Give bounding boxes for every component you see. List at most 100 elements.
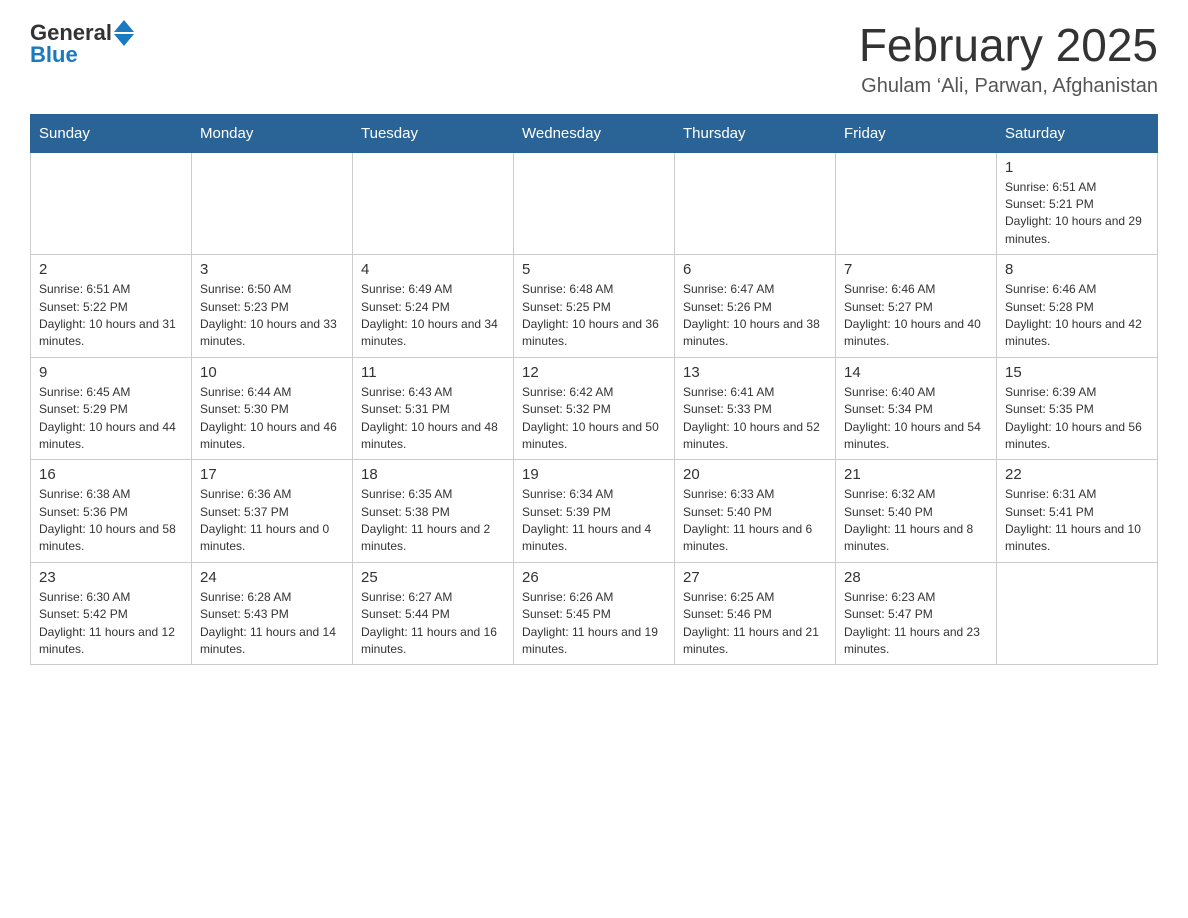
calendar-day-cell: 16Sunrise: 6:38 AM Sunset: 5:36 PM Dayli… (31, 460, 192, 563)
calendar-header-row: SundayMondayTuesdayWednesdayThursdayFrid… (31, 114, 1158, 152)
calendar-day-header: Sunday (31, 114, 192, 152)
calendar-week-row: 2Sunrise: 6:51 AM Sunset: 5:22 PM Daylig… (31, 255, 1158, 358)
calendar-day-cell: 14 Sunrise: 6:40 AM Sunset: 5:34 PM Dayli… (836, 357, 997, 460)
calendar-day-cell: 2Sunrise: 6:51 AM Sunset: 5:22 PM Daylig… (31, 255, 192, 358)
day-number: 20 (683, 466, 827, 483)
calendar-day-cell: 27 Sunrise: 6:25 AM Sunset: 5:46 PM Dayli… (675, 562, 836, 665)
day-sun-info: Sunrise: 6:47 AM Sunset: 5:26 PM Dayligh… (683, 281, 827, 351)
calendar-day-cell: 11 Sunrise: 6:43 AM Sunset: 5:31 PM Dayli… (353, 357, 514, 460)
day-number: 28 (844, 569, 988, 586)
day-sun-info: Sunrise: 6:44 AM Sunset: 5:30 PM Dayligh… (200, 384, 344, 454)
day-sun-info: Sunrise: 6:51 AM Sunset: 5:21 PM Dayligh… (1005, 179, 1149, 249)
calendar-day-cell: 17Sunrise: 6:36 AM Sunset: 5:37 PM Dayli… (192, 460, 353, 563)
calendar-day-cell: 20 Sunrise: 6:33 AM Sunset: 5:40 PM Dayli… (675, 460, 836, 563)
day-number: 12 (522, 364, 666, 381)
calendar-day-cell: 9 Sunrise: 6:45 AM Sunset: 5:29 PM Daylig… (31, 357, 192, 460)
calendar-day-cell (997, 562, 1158, 665)
calendar-day-cell: 18 Sunrise: 6:35 AM Sunset: 5:38 PM Dayli… (353, 460, 514, 563)
calendar-day-header: Monday (192, 114, 353, 152)
calendar-day-header: Saturday (997, 114, 1158, 152)
logo: General Blue (30, 20, 134, 68)
day-number: 22 (1005, 466, 1149, 483)
day-sun-info: Sunrise: 6:28 AM Sunset: 5:43 PM Dayligh… (200, 589, 344, 659)
calendar-day-cell: 4 Sunrise: 6:49 AM Sunset: 5:24 PM Daylig… (353, 255, 514, 358)
day-number: 15 (1005, 364, 1149, 381)
day-sun-info: Sunrise: 6:27 AM Sunset: 5:44 PM Dayligh… (361, 589, 505, 659)
day-sun-info: Sunrise: 6:41 AM Sunset: 5:33 PM Dayligh… (683, 384, 827, 454)
day-sun-info: Sunrise: 6:49 AM Sunset: 5:24 PM Dayligh… (361, 281, 505, 351)
day-number: 6 (683, 261, 827, 278)
day-number: 3 (200, 261, 344, 278)
day-number: 2 (39, 261, 183, 278)
logo-triangle-up (114, 20, 134, 32)
day-sun-info: Sunrise: 6:42 AM Sunset: 5:32 PM Dayligh… (522, 384, 666, 454)
calendar-day-cell: 15 Sunrise: 6:39 AM Sunset: 5:35 PM Dayli… (997, 357, 1158, 460)
day-number: 11 (361, 364, 505, 381)
day-sun-info: Sunrise: 6:40 AM Sunset: 5:34 PM Dayligh… (844, 384, 988, 454)
calendar-day-cell: 1 Sunrise: 6:51 AM Sunset: 5:21 PM Daylig… (997, 152, 1158, 255)
calendar-day-cell: 19 Sunrise: 6:34 AM Sunset: 5:39 PM Dayli… (514, 460, 675, 563)
calendar-day-cell: 3Sunrise: 6:50 AM Sunset: 5:23 PM Daylig… (192, 255, 353, 358)
day-number: 21 (844, 466, 988, 483)
calendar-day-cell: 8 Sunrise: 6:46 AM Sunset: 5:28 PM Daylig… (997, 255, 1158, 358)
day-number: 7 (844, 261, 988, 278)
day-number: 9 (39, 364, 183, 381)
day-sun-info: Sunrise: 6:34 AM Sunset: 5:39 PM Dayligh… (522, 486, 666, 556)
day-sun-info: Sunrise: 6:25 AM Sunset: 5:46 PM Dayligh… (683, 589, 827, 659)
page-header: General Blue February 2025 Ghulam ‘Ali, … (30, 20, 1158, 98)
day-number: 24 (200, 569, 344, 586)
calendar-day-cell: 10 Sunrise: 6:44 AM Sunset: 5:30 PM Dayli… (192, 357, 353, 460)
calendar-week-row: 9 Sunrise: 6:45 AM Sunset: 5:29 PM Daylig… (31, 357, 1158, 460)
day-number: 19 (522, 466, 666, 483)
day-number: 1 (1005, 159, 1149, 176)
day-number: 18 (361, 466, 505, 483)
day-sun-info: Sunrise: 6:48 AM Sunset: 5:25 PM Dayligh… (522, 281, 666, 351)
calendar-day-cell: 28 Sunrise: 6:23 AM Sunset: 5:47 PM Dayli… (836, 562, 997, 665)
day-number: 10 (200, 364, 344, 381)
calendar-day-cell (675, 152, 836, 255)
day-number: 16 (39, 466, 183, 483)
day-number: 4 (361, 261, 505, 278)
day-sun-info: Sunrise: 6:31 AM Sunset: 5:41 PM Dayligh… (1005, 486, 1149, 556)
day-sun-info: Sunrise: 6:45 AM Sunset: 5:29 PM Dayligh… (39, 384, 183, 454)
calendar-week-row: 16Sunrise: 6:38 AM Sunset: 5:36 PM Dayli… (31, 460, 1158, 563)
calendar-day-cell (353, 152, 514, 255)
day-sun-info: Sunrise: 6:46 AM Sunset: 5:28 PM Dayligh… (1005, 281, 1149, 351)
calendar-day-cell: 23 Sunrise: 6:30 AM Sunset: 5:42 PM Dayli… (31, 562, 192, 665)
day-number: 27 (683, 569, 827, 586)
calendar-day-cell (31, 152, 192, 255)
day-number: 17 (200, 466, 344, 483)
calendar-week-row: 23 Sunrise: 6:30 AM Sunset: 5:42 PM Dayli… (31, 562, 1158, 665)
calendar-day-header: Tuesday (353, 114, 514, 152)
calendar-day-header: Thursday (675, 114, 836, 152)
day-sun-info: Sunrise: 6:39 AM Sunset: 5:35 PM Dayligh… (1005, 384, 1149, 454)
day-sun-info: Sunrise: 6:26 AM Sunset: 5:45 PM Dayligh… (522, 589, 666, 659)
month-title: February 2025 (859, 20, 1158, 71)
day-sun-info: Sunrise: 6:23 AM Sunset: 5:47 PM Dayligh… (844, 589, 988, 659)
title-section: February 2025 Ghulam ‘Ali, Parwan, Afgha… (859, 20, 1158, 98)
day-number: 25 (361, 569, 505, 586)
calendar-day-cell (514, 152, 675, 255)
calendar-day-header: Friday (836, 114, 997, 152)
calendar-day-cell: 13 Sunrise: 6:41 AM Sunset: 5:33 PM Dayli… (675, 357, 836, 460)
calendar-day-header: Wednesday (514, 114, 675, 152)
calendar-day-cell: 25 Sunrise: 6:27 AM Sunset: 5:44 PM Dayli… (353, 562, 514, 665)
day-sun-info: Sunrise: 6:33 AM Sunset: 5:40 PM Dayligh… (683, 486, 827, 556)
location-subtitle: Ghulam ‘Ali, Parwan, Afghanistan (859, 75, 1158, 98)
day-number: 13 (683, 364, 827, 381)
day-number: 8 (1005, 261, 1149, 278)
day-sun-info: Sunrise: 6:43 AM Sunset: 5:31 PM Dayligh… (361, 384, 505, 454)
day-number: 14 (844, 364, 988, 381)
calendar-day-cell: 7Sunrise: 6:46 AM Sunset: 5:27 PM Daylig… (836, 255, 997, 358)
logo-triangle-down (114, 34, 134, 46)
day-number: 23 (39, 569, 183, 586)
day-sun-info: Sunrise: 6:30 AM Sunset: 5:42 PM Dayligh… (39, 589, 183, 659)
calendar-day-cell (836, 152, 997, 255)
calendar-week-row: 1 Sunrise: 6:51 AM Sunset: 5:21 PM Daylig… (31, 152, 1158, 255)
calendar-day-cell: 21 Sunrise: 6:32 AM Sunset: 5:40 PM Dayli… (836, 460, 997, 563)
day-sun-info: Sunrise: 6:32 AM Sunset: 5:40 PM Dayligh… (844, 486, 988, 556)
day-number: 26 (522, 569, 666, 586)
calendar-day-cell: 5Sunrise: 6:48 AM Sunset: 5:25 PM Daylig… (514, 255, 675, 358)
calendar-day-cell: 26 Sunrise: 6:26 AM Sunset: 5:45 PM Dayli… (514, 562, 675, 665)
day-sun-info: Sunrise: 6:35 AM Sunset: 5:38 PM Dayligh… (361, 486, 505, 556)
